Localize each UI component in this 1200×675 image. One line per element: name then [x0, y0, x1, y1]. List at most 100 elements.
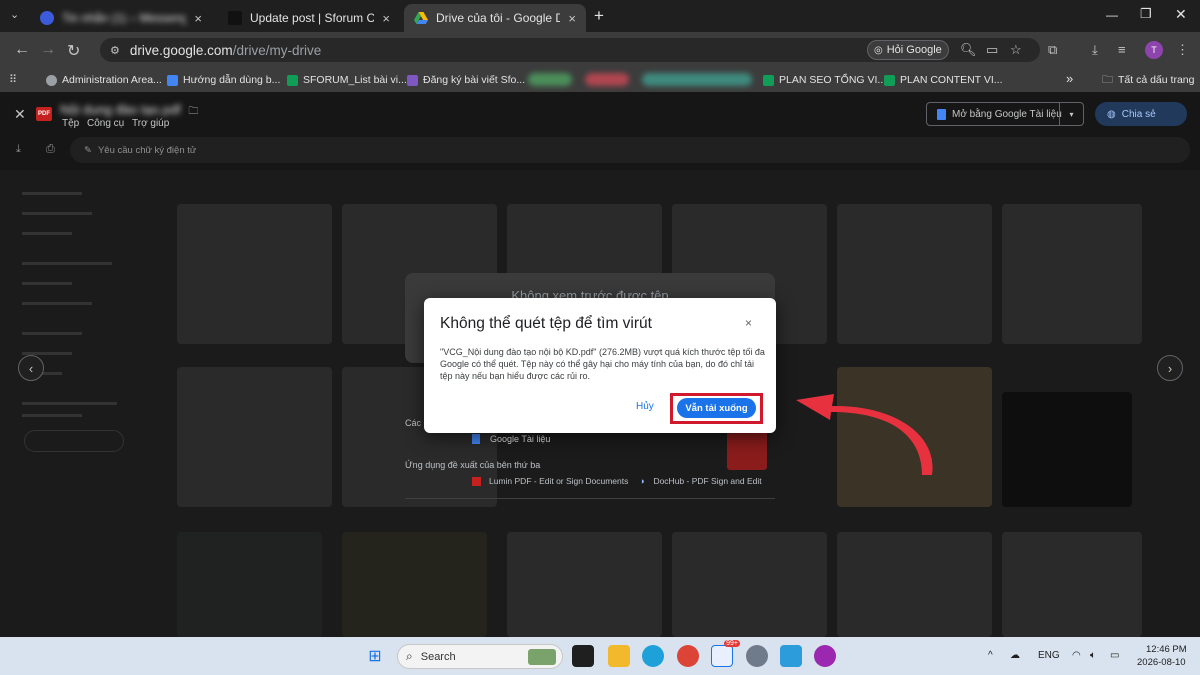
- site-info-icon[interactable]: ⚙: [110, 44, 120, 57]
- taskbar-search-label: Search: [420, 650, 456, 663]
- messenger-icon: [40, 11, 54, 25]
- sheets-icon: [884, 74, 895, 86]
- bookmark-redacted[interactable]: [528, 73, 572, 86]
- close-viewer-icon[interactable]: ✕: [14, 106, 26, 123]
- input-language[interactable]: ENG: [1038, 650, 1060, 661]
- search-highlight-icon: [528, 648, 556, 665]
- bookmark-redacted[interactable]: [642, 73, 752, 86]
- forms-icon: [407, 74, 418, 86]
- file-explorer-icon[interactable]: [608, 645, 630, 667]
- google-docs-option[interactable]: Google Tài liệu: [472, 434, 550, 444]
- tab-title: Tin nhắn (1) – Messenger: [62, 11, 187, 25]
- forward-icon[interactable]: →: [40, 41, 56, 59]
- tab-strip: ⌄ Tin nhắn (1) – Messenger × Update post…: [0, 0, 1200, 32]
- file-name: Nội dung đào tạo.pdf 🗀︎: [60, 102, 198, 121]
- onedrive-cloud-icon[interactable]: ☁: [1010, 650, 1020, 661]
- bookmark-label: PLAN SEO TỔNG VI...: [779, 74, 887, 86]
- bookmark-item[interactable]: Đăng ký bài viết Sfo...: [407, 71, 525, 89]
- chrome-profile-icon[interactable]: [814, 645, 836, 667]
- close-icon[interactable]: ×: [382, 11, 390, 26]
- battery-icon[interactable]: ▭: [1110, 650, 1119, 661]
- next-file-arrow[interactable]: ›: [1157, 355, 1183, 381]
- share-button[interactable]: ◍ Chia sẻ: [1095, 102, 1187, 126]
- menu-file[interactable]: Tệp: [62, 118, 79, 129]
- print-icon[interactable]: ⎙: [46, 143, 55, 156]
- open-with-prefix: Các: [405, 418, 422, 428]
- bookmark-redacted[interactable]: [585, 73, 629, 86]
- back-icon[interactable]: ←: [14, 41, 30, 59]
- storage-button: [24, 430, 124, 452]
- dochub-label: DocHub - PDF Sign and Edit: [653, 476, 762, 486]
- close-dialog-icon[interactable]: ×: [745, 316, 752, 330]
- menu-dots-icon[interactable]: ⋮: [1176, 42, 1189, 58]
- tab-sforum[interactable]: Update post | Sforum CMS ×: [218, 4, 400, 32]
- panel-divider: [405, 498, 775, 499]
- menu-help[interactable]: Trợ giúp: [132, 118, 169, 129]
- minimize-icon[interactable]: —: [1106, 8, 1118, 22]
- settings-gear-icon[interactable]: [746, 645, 768, 667]
- bookmark-item[interactable]: Hướng dẫn dùng b...: [167, 71, 280, 89]
- download-anyway-button[interactable]: Vẫn tải xuống: [677, 398, 756, 418]
- task-view-icon[interactable]: [572, 645, 594, 667]
- zalo-icon[interactable]: 99+: [711, 640, 740, 667]
- tab-google-drive[interactable]: Drive của tôi - Google Drive ×: [404, 4, 586, 32]
- menu-tools[interactable]: Công cụ: [87, 118, 124, 129]
- bookmark-label: Đăng ký bài viết Sfo...: [423, 74, 526, 86]
- close-window-icon[interactable]: ✕: [1175, 6, 1187, 23]
- lumin-label: Lumin PDF - Edit or Sign Documents: [489, 476, 629, 486]
- bookmark-item[interactable]: PLAN CONTENT VI...: [884, 71, 1003, 89]
- close-icon[interactable]: ×: [194, 11, 202, 26]
- telegram-icon[interactable]: [780, 645, 802, 667]
- dochub-option[interactable]: ◗ DocHub - PDF Sign and Edit: [640, 476, 762, 486]
- more-bookmarks-button[interactable]: »: [1066, 71, 1073, 86]
- bookmark-label: Administration Area...: [62, 74, 162, 86]
- extensions-icon[interactable]: ⧉: [1048, 42, 1057, 58]
- ask-google-button[interactable]: ◎ Hỏi Google: [867, 40, 949, 60]
- tab-messenger[interactable]: Tin nhắn (1) – Messenger ×: [30, 4, 212, 32]
- zoom-icon[interactable]: 🔍︎: [960, 42, 977, 58]
- bookmark-star-icon[interactable]: ☆: [1010, 42, 1022, 58]
- media-icon[interactable]: ≡: [1118, 42, 1126, 57]
- wifi-icon[interactable]: ◠: [1072, 650, 1081, 661]
- bookmark-item[interactable]: Administration Area...: [46, 71, 162, 89]
- download-icon[interactable]: ⤓: [16, 143, 21, 156]
- all-bookmarks-folder[interactable]: 🗀︎ Tất cả dấu trang: [1102, 71, 1194, 89]
- esignature-request-bar[interactable]: ✎ Yêu cầu chữ ký điện tử: [70, 137, 1190, 163]
- apps-grid-icon[interactable]: ⠿: [9, 73, 17, 86]
- windows-start-icon[interactable]: ⊞: [364, 645, 386, 667]
- lumin-option[interactable]: Lumin PDF - Edit or Sign Documents: [472, 476, 628, 486]
- show-hidden-icons-chevron[interactable]: ^: [988, 650, 993, 661]
- edge-icon[interactable]: [642, 645, 664, 667]
- open-with-docs-button[interactable]: Mở bằng Google Tài liệu ▾: [926, 102, 1084, 126]
- close-icon[interactable]: ×: [568, 11, 576, 26]
- volume-icon[interactable]: 🔈︎: [1090, 650, 1096, 661]
- previous-file-arrow[interactable]: ‹: [18, 355, 44, 381]
- cancel-button[interactable]: Hủy: [636, 401, 654, 412]
- restore-icon[interactable]: ❐: [1140, 6, 1152, 22]
- chrome-icon[interactable]: [677, 645, 699, 667]
- docs-icon: [472, 434, 480, 444]
- file-name-text: Nội dung đào tạo.pdf: [60, 102, 181, 117]
- tab-search-chevron-icon[interactable]: ⌄: [10, 8, 19, 21]
- bookmark-item[interactable]: SFORUM_List bài vi...: [287, 71, 407, 89]
- annotation-arrow: [796, 394, 933, 475]
- bookmark-item[interactable]: PLAN SEO TỔNG VI...: [763, 71, 886, 89]
- clock-time[interactable]: 12:46 PM: [1146, 644, 1187, 655]
- new-tab-button[interactable]: +: [594, 6, 604, 26]
- docs-icon: [167, 74, 178, 86]
- dropdown-caret-icon[interactable]: ▾: [1059, 103, 1083, 125]
- google-drive-icon: [414, 12, 428, 24]
- lumin-icon: [472, 476, 481, 486]
- dialog-message: "VCG_Nội dung đào tạo nội bộ KD.pdf" (27…: [440, 347, 765, 381]
- profile-avatar[interactable]: T: [1145, 41, 1163, 59]
- folder-icon: 🗀︎: [1102, 73, 1113, 86]
- reload-icon[interactable]: ↻: [67, 41, 80, 61]
- docs-icon: [937, 108, 946, 120]
- search-icon: ⌕: [406, 649, 413, 663]
- download-icon[interactable]: ⤓: [1092, 42, 1098, 58]
- clock-date[interactable]: 2026-08-10: [1137, 657, 1186, 668]
- windows-taskbar: [0, 637, 1200, 675]
- cast-icon[interactable]: ▭: [986, 42, 998, 58]
- taskbar-search-box[interactable]: ⌕ Search: [397, 644, 563, 669]
- folder-icon[interactable]: 🗀︎: [188, 106, 198, 117]
